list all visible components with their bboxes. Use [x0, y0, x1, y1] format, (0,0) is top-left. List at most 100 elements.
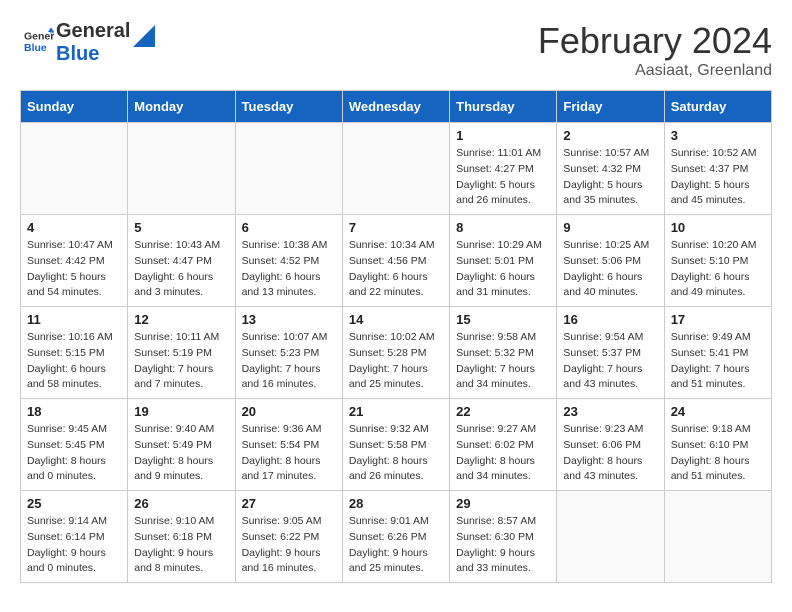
calendar-cell: 18Sunrise: 9:45 AMSunset: 5:45 PMDayligh…: [21, 399, 128, 491]
day-info: Sunrise: 10:57 AMSunset: 4:32 PMDaylight…: [563, 146, 657, 209]
day-info: Sunrise: 9:05 AMSunset: 6:22 PMDaylight:…: [242, 514, 336, 577]
day-info: Sunrise: 9:54 AMSunset: 5:37 PMDaylight:…: [563, 330, 657, 393]
day-number: 2: [563, 128, 657, 143]
calendar-cell: 23 Sunrise: 9:23 AMSunset: 6:06 PMDayligh…: [557, 399, 664, 491]
day-info: Sunrise: 10:20 AMSunset: 5:10 PMDaylight…: [671, 238, 765, 301]
day-number: 20: [242, 404, 336, 419]
day-number: 26: [134, 496, 228, 511]
calendar-header-row: SundayMondayTuesdayWednesdayThursdayFrid…: [21, 91, 772, 123]
day-info: Sunrise: 10:16 AMSunset: 5:15 PMDaylight…: [27, 330, 121, 393]
day-number: 22: [456, 404, 550, 419]
day-info: Sunrise: 10:38 AMSunset: 4:52 PMDaylight…: [242, 238, 336, 301]
day-info: Sunrise: 10:34 AMSunset: 4:56 PMDaylight…: [349, 238, 443, 301]
calendar-week-row: 4 Sunrise: 10:47 AMSunset: 4:42 PMDayligh…: [21, 215, 772, 307]
logo-blue-text: Blue: [56, 43, 130, 66]
day-info: Sunrise: 10:07 AMSunset: 5:23 PMDaylight…: [242, 330, 336, 393]
calendar-cell: 7 Sunrise: 10:34 AMSunset: 4:56 PMDayligh…: [342, 215, 449, 307]
calendar-cell: 20 Sunrise: 9:36 AMSunset: 5:54 PMDayligh…: [235, 399, 342, 491]
calendar-cell: 24Sunrise: 9:18 AMSunset: 6:10 PMDayligh…: [664, 399, 771, 491]
calendar-cell: 12Sunrise: 10:11 AMSunset: 5:19 PMDaylig…: [128, 307, 235, 399]
day-info: Sunrise: 10:11 AMSunset: 5:19 PMDaylight…: [134, 330, 228, 393]
calendar-cell: 1 Sunrise: 11:01 AMSunset: 4:27 PMDayligh…: [450, 123, 557, 215]
calendar-table: SundayMondayTuesdayWednesdayThursdayFrid…: [20, 90, 772, 583]
svg-text:General: General: [24, 30, 54, 42]
day-info: Sunrise: 11:01 AMSunset: 4:27 PMDaylight…: [456, 146, 550, 209]
day-number: 11: [27, 312, 121, 327]
logo-icon: General Blue: [24, 26, 54, 56]
day-number: 23: [563, 404, 657, 419]
col-header-saturday: Saturday: [664, 91, 771, 123]
day-number: 5: [134, 220, 228, 235]
day-info: Sunrise: 8:57 AMSunset: 6:30 PMDaylight:…: [456, 514, 550, 577]
col-header-friday: Friday: [557, 91, 664, 123]
calendar-cell: 13 Sunrise: 10:07 AMSunset: 5:23 PMDaylig…: [235, 307, 342, 399]
location-subtitle: Aasiaat, Greenland: [538, 62, 772, 80]
logo: General Blue General Blue: [20, 20, 155, 66]
day-info: Sunrise: 9:49 AMSunset: 5:41 PMDaylight:…: [671, 330, 765, 393]
day-number: 21: [349, 404, 443, 419]
day-number: 6: [242, 220, 336, 235]
day-info: Sunrise: 10:52 AMSunset: 4:37 PMDaylight…: [671, 146, 765, 209]
calendar-week-row: 1 Sunrise: 11:01 AMSunset: 4:27 PMDayligh…: [21, 123, 772, 215]
calendar-cell: 25Sunrise: 9:14 AMSunset: 6:14 PMDayligh…: [21, 491, 128, 583]
day-number: 8: [456, 220, 550, 235]
day-info: Sunrise: 9:45 AMSunset: 5:45 PMDaylight:…: [27, 422, 121, 485]
day-number: 17: [671, 312, 765, 327]
day-info: Sunrise: 9:10 AMSunset: 6:18 PMDaylight:…: [134, 514, 228, 577]
calendar-cell: [235, 123, 342, 215]
day-info: Sunrise: 9:01 AMSunset: 6:26 PMDaylight:…: [349, 514, 443, 577]
day-info: Sunrise: 10:47 AMSunset: 4:42 PMDaylight…: [27, 238, 121, 301]
calendar-week-row: 18Sunrise: 9:45 AMSunset: 5:45 PMDayligh…: [21, 399, 772, 491]
col-header-sunday: Sunday: [21, 91, 128, 123]
day-info: Sunrise: 9:23 AMSunset: 6:06 PMDaylight:…: [563, 422, 657, 485]
day-number: 10: [671, 220, 765, 235]
calendar-cell: 8 Sunrise: 10:29 AMSunset: 5:01 PMDayligh…: [450, 215, 557, 307]
calendar-cell: 17 Sunrise: 9:49 AMSunset: 5:41 PMDayligh…: [664, 307, 771, 399]
day-info: Sunrise: 9:58 AMSunset: 5:32 PMDaylight:…: [456, 330, 550, 393]
logo-general-text: General: [56, 20, 130, 43]
calendar-cell: 21 Sunrise: 9:32 AMSunset: 5:58 PMDayligh…: [342, 399, 449, 491]
calendar-cell: 16 Sunrise: 9:54 AMSunset: 5:37 PMDayligh…: [557, 307, 664, 399]
calendar-cell: 9 Sunrise: 10:25 AMSunset: 5:06 PMDayligh…: [557, 215, 664, 307]
day-number: 7: [349, 220, 443, 235]
day-number: 27: [242, 496, 336, 511]
calendar-week-row: 25Sunrise: 9:14 AMSunset: 6:14 PMDayligh…: [21, 491, 772, 583]
day-info: Sunrise: 9:40 AMSunset: 5:49 PMDaylight:…: [134, 422, 228, 485]
day-info: Sunrise: 9:27 AMSunset: 6:02 PMDaylight:…: [456, 422, 550, 485]
day-info: Sunrise: 9:14 AMSunset: 6:14 PMDaylight:…: [27, 514, 121, 577]
day-info: Sunrise: 10:29 AMSunset: 5:01 PMDaylight…: [456, 238, 550, 301]
day-number: 1: [456, 128, 550, 143]
svg-text:Blue: Blue: [24, 41, 47, 53]
day-info: Sunrise: 9:32 AMSunset: 5:58 PMDaylight:…: [349, 422, 443, 485]
logo-triangle-icon: [133, 25, 155, 47]
day-number: 13: [242, 312, 336, 327]
day-number: 19: [134, 404, 228, 419]
calendar-cell: 6 Sunrise: 10:38 AMSunset: 4:52 PMDayligh…: [235, 215, 342, 307]
calendar-cell: 27 Sunrise: 9:05 AMSunset: 6:22 PMDayligh…: [235, 491, 342, 583]
calendar-cell: [342, 123, 449, 215]
day-number: 15: [456, 312, 550, 327]
day-info: Sunrise: 10:25 AMSunset: 5:06 PMDaylight…: [563, 238, 657, 301]
day-info: Sunrise: 9:18 AMSunset: 6:10 PMDaylight:…: [671, 422, 765, 485]
calendar-cell: 29Sunrise: 8:57 AMSunset: 6:30 PMDayligh…: [450, 491, 557, 583]
col-header-wednesday: Wednesday: [342, 91, 449, 123]
calendar-cell: 22 Sunrise: 9:27 AMSunset: 6:02 PMDayligh…: [450, 399, 557, 491]
day-info: Sunrise: 9:36 AMSunset: 5:54 PMDaylight:…: [242, 422, 336, 485]
calendar-cell: 28 Sunrise: 9:01 AMSunset: 6:26 PMDayligh…: [342, 491, 449, 583]
day-number: 28: [349, 496, 443, 511]
col-header-thursday: Thursday: [450, 91, 557, 123]
calendar-cell: 14Sunrise: 10:02 AMSunset: 5:28 PMDaylig…: [342, 307, 449, 399]
day-number: 9: [563, 220, 657, 235]
day-number: 16: [563, 312, 657, 327]
day-info: Sunrise: 10:43 AMSunset: 4:47 PMDaylight…: [134, 238, 228, 301]
calendar-cell: 5 Sunrise: 10:43 AMSunset: 4:47 PMDayligh…: [128, 215, 235, 307]
calendar-cell: 3Sunrise: 10:52 AMSunset: 4:37 PMDayligh…: [664, 123, 771, 215]
calendar-cell: [128, 123, 235, 215]
page-header: General Blue General Blue February 2024 …: [20, 20, 772, 80]
calendar-cell: [557, 491, 664, 583]
day-number: 14: [349, 312, 443, 327]
day-number: 4: [27, 220, 121, 235]
col-header-monday: Monday: [128, 91, 235, 123]
calendar-cell: 26 Sunrise: 9:10 AMSunset: 6:18 PMDayligh…: [128, 491, 235, 583]
calendar-cell: 19 Sunrise: 9:40 AMSunset: 5:49 PMDayligh…: [128, 399, 235, 491]
